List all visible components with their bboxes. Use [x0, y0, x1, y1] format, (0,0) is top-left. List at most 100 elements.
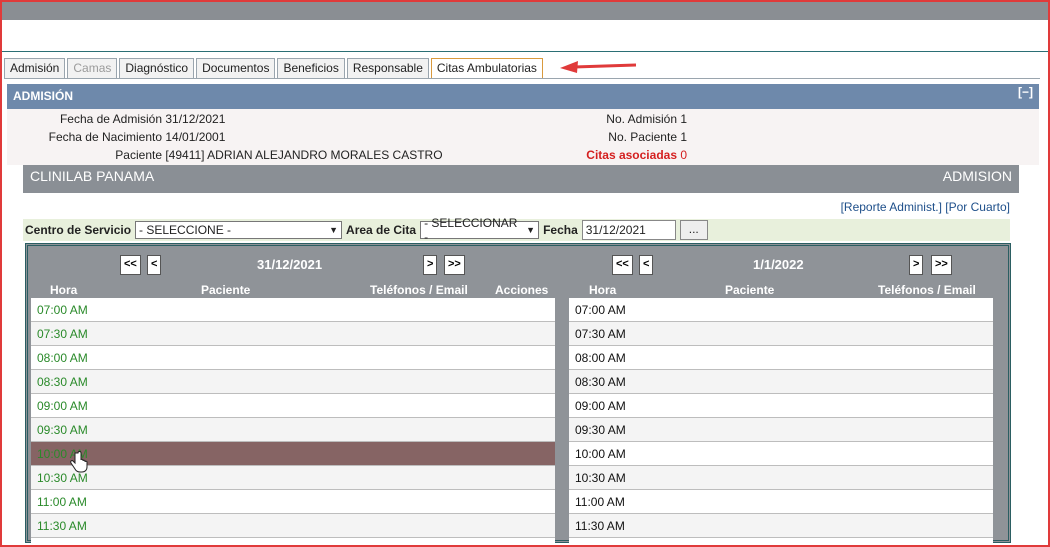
no-admision-label: No. Admisión — [606, 112, 677, 126]
tab-admision[interactable]: Admisión — [4, 58, 66, 78]
time-slot[interactable]: 08:30 AM — [569, 370, 993, 394]
time-slot[interactable]: 11:30 AM — [31, 514, 555, 538]
citas-asociadas-label: Citas asociadas — [586, 148, 677, 162]
admission-info: Fecha de Admisión 31/12/2021 Fecha de Na… — [7, 109, 1039, 165]
calendar-container: << < 31/12/2021 > >> Hora Paciente Teléf… — [25, 243, 1011, 547]
next-button[interactable]: > — [909, 255, 924, 275]
time-slot[interactable]: 07:00 AM — [569, 298, 993, 322]
fecha-label: Fecha — [543, 223, 578, 237]
date-picker-button[interactable]: ... — [679, 220, 708, 240]
tab-diagnostico[interactable]: Diagnóstico — [119, 58, 195, 78]
time-slot[interactable]: 12:00 PM — [31, 538, 555, 547]
reporte-administ-link[interactable]: [Reporte Administ.] — [841, 200, 942, 214]
clinic-bar: CLINILAB PANAMA ADMISION — [23, 165, 1019, 193]
fecha-admision-row: Fecha de Admisión 31/12/2021 — [7, 112, 225, 126]
centro-servicio-select[interactable]: - SELECCIONE - ▼ — [135, 221, 343, 239]
calendar-right-header: << < 1/1/2022 > >> — [569, 249, 993, 282]
col-paciente: Paciente — [725, 283, 775, 297]
time-slot[interactable]: 07:30 AM — [31, 322, 555, 346]
area-cita-label: Area de Cita — [346, 223, 417, 237]
annotation-arrow-icon — [560, 61, 637, 73]
col-telefonos: Teléfonos / Email — [370, 283, 468, 297]
calendar-left-columns: Hora Paciente Teléfonos / Email Acciones — [31, 282, 555, 298]
time-slot-list: 07:00 AM 07:30 AM 08:00 AM 08:30 AM 09:00 AM… — [31, 298, 555, 547]
fecha-input[interactable]: 31/12/2021 — [581, 220, 676, 240]
col-hora: Hora — [589, 283, 617, 297]
first-button[interactable]: << — [120, 255, 141, 275]
report-links: [Reporte Administ.] [Por Cuarto] — [841, 200, 1010, 214]
paciente-row: Paciente [49411] ADRIAN ALEJANDRO MORALE… — [7, 148, 443, 162]
time-slot[interactable]: 11:00 AM — [31, 490, 555, 514]
time-slot[interactable]: 09:00 AM — [31, 394, 555, 418]
top-bar — [2, 2, 1048, 20]
time-slot[interactable]: 09:00 AM — [569, 394, 993, 418]
time-slot[interactable]: 08:00 AM — [569, 346, 993, 370]
prev-button[interactable]: < — [639, 255, 654, 275]
col-telefonos: Teléfonos / Email — [878, 283, 976, 297]
time-slot[interactable]: 07:00 AM — [31, 298, 555, 322]
time-slot[interactable]: 08:30 AM — [31, 370, 555, 394]
time-slot[interactable]: 11:30 AM — [569, 514, 993, 538]
fecha-nacimiento-row: Fecha de Nacimiento 14/01/2001 — [7, 130, 226, 144]
time-slot[interactable]: 10:00 AM — [31, 442, 555, 466]
col-acciones: Acciones — [495, 283, 549, 297]
time-slot[interactable]: 12:00 PM — [569, 538, 993, 547]
no-paciente-row: No. Paciente 1 — [527, 130, 687, 144]
paciente-label: Paciente — [115, 148, 162, 162]
calendar-day-left: << < 31/12/2021 > >> Hora Paciente Teléf… — [31, 249, 555, 547]
time-slot[interactable]: 09:30 AM — [31, 418, 555, 442]
calendar-left-date: 31/12/2021 — [257, 257, 323, 272]
collapse-button[interactable]: [−] — [1018, 84, 1033, 100]
chevron-down-icon: ▼ — [329, 225, 339, 235]
tabs-baseline — [4, 78, 1040, 79]
time-slot-list: 07:00 AM 07:30 AM 08:00 AM 08:30 AM 09:00 AM… — [569, 298, 993, 547]
area-cita-value: - SELECCIONAR - — [424, 216, 518, 244]
tab-beneficios[interactable]: Beneficios — [277, 58, 345, 78]
section-title: ADMISIÓN — [13, 89, 73, 103]
fecha-nacimiento-label: Fecha de Nacimiento — [48, 130, 162, 144]
time-slot[interactable]: 11:00 AM — [569, 490, 993, 514]
clinic-name: CLINILAB PANAMA — [30, 168, 155, 184]
centro-servicio-label: Centro de Servicio — [25, 223, 132, 237]
calendar-right-columns: Hora Paciente Teléfonos / Email — [569, 282, 993, 298]
col-hora: Hora — [50, 283, 78, 297]
centro-servicio-value: - SELECCIONE - — [139, 223, 232, 237]
tab-documentos[interactable]: Documentos — [196, 58, 276, 78]
calendar-right-date: 1/1/2022 — [753, 257, 804, 272]
fecha-nacimiento-value: 14/01/2001 — [165, 130, 226, 144]
time-slot[interactable]: 10:30 AM — [31, 466, 555, 490]
section-header-admision: ADMISIÓN [−] — [7, 84, 1039, 109]
next-button[interactable]: > — [423, 255, 438, 275]
time-slot[interactable]: 10:30 AM — [569, 466, 993, 490]
area-cita-select[interactable]: - SELECCIONAR - ▼ — [420, 216, 540, 244]
first-button[interactable]: << — [612, 255, 633, 275]
fecha-admision-value: 31/12/2021 — [165, 112, 226, 126]
col-paciente: Paciente — [201, 283, 251, 297]
citas-asociadas-value: 0 — [680, 148, 688, 162]
time-slot[interactable]: 08:00 AM — [31, 346, 555, 370]
por-cuarto-link[interactable]: [Por Cuarto] — [945, 200, 1010, 214]
prev-button[interactable]: < — [147, 255, 162, 275]
tab-strip: Admisión Camas Diagnóstico Documentos Be… — [4, 58, 543, 79]
time-slot[interactable]: 10:00 AM — [569, 442, 993, 466]
tab-citas-ambulatorias[interactable]: Citas Ambulatorias — [430, 58, 543, 79]
filter-bar: Centro de Servicio - SELECCIONE - ▼ Area… — [23, 216, 1010, 244]
hand-cursor-icon — [70, 451, 88, 473]
tab-camas: Camas — [67, 58, 118, 78]
module-name: ADMISION — [942, 168, 1012, 184]
header-divider — [2, 51, 1048, 52]
citas-asociadas-row: Citas asociadas 0 — [527, 148, 687, 162]
no-admision-value: 1 — [680, 112, 688, 126]
no-admision-row: No. Admisión 1 — [527, 112, 687, 126]
last-button[interactable]: >> — [444, 255, 465, 275]
time-slot[interactable]: 07:30 AM — [569, 322, 993, 346]
last-button[interactable]: >> — [931, 255, 952, 275]
calendar-left-header: << < 31/12/2021 > >> — [31, 249, 555, 282]
fecha-admision-label: Fecha de Admisión — [59, 112, 162, 126]
no-paciente-label: No. Paciente — [608, 130, 677, 144]
time-slot[interactable]: 09:30 AM — [569, 418, 993, 442]
tab-responsable[interactable]: Responsable — [346, 58, 429, 78]
no-paciente-value: 1 — [680, 130, 688, 144]
paciente-value: [49411] ADRIAN ALEJANDRO MORALES CASTRO — [165, 148, 443, 162]
calendar-day-right: << < 1/1/2022 > >> Hora Paciente Teléfon… — [569, 249, 993, 547]
